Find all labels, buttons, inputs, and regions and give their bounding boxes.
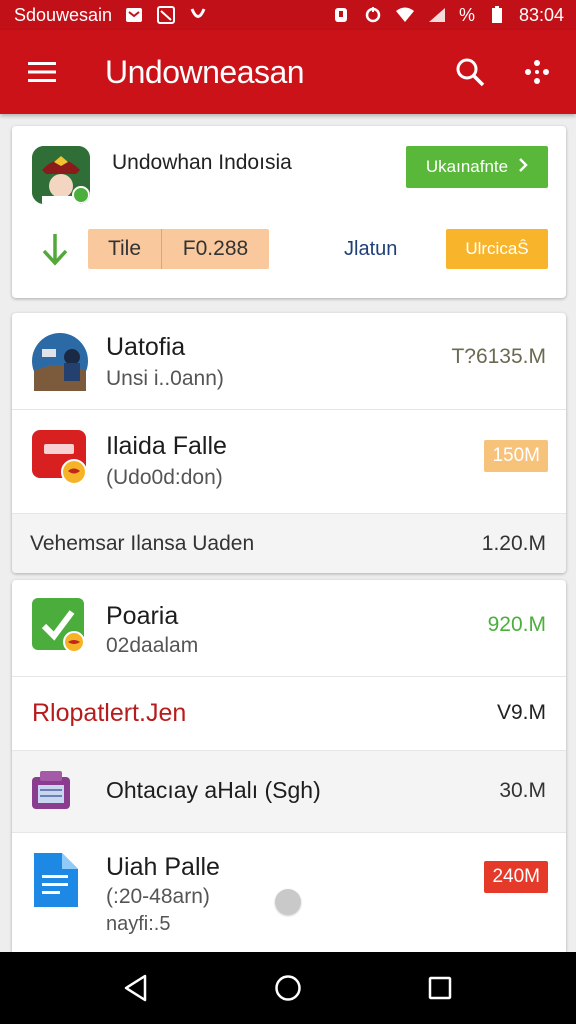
- signal-icon: [427, 6, 447, 24]
- carrier-label: Sdouwesain: [14, 4, 113, 25]
- recents-icon[interactable]: [420, 968, 460, 1008]
- system-nav-bar: [0, 952, 576, 1024]
- back-icon[interactable]: [116, 968, 156, 1008]
- app-bar: Undowneasan: [0, 30, 576, 114]
- menu-icon[interactable]: [24, 54, 60, 90]
- item-note: nayfi:.5: [106, 913, 171, 935]
- check-badge-icon: [72, 186, 90, 204]
- search-icon[interactable]: [452, 54, 488, 90]
- clock: 83:04: [518, 4, 564, 25]
- battery-percent: %: [458, 4, 475, 25]
- mail-app-icon: [32, 430, 88, 486]
- item-title: Uatofia: [106, 333, 186, 361]
- wifi-icon: [395, 6, 415, 24]
- app-avatar: [32, 146, 90, 204]
- app-title: Undowneasan: [105, 53, 305, 90]
- item-subtitle: (:20-48arn): [106, 885, 210, 908]
- download-arrow-icon[interactable]: [40, 232, 70, 266]
- item-subtitle: 02daalam: [106, 634, 199, 657]
- shield-notification-icon: [188, 6, 208, 24]
- summary-title: Vehemsar Ilansa Uaden: [30, 532, 255, 555]
- item-title: Rlopatlert.Jen: [32, 699, 187, 727]
- item-size: 30.M: [499, 779, 546, 802]
- summary-size: 1.20.M: [481, 532, 546, 555]
- apps-card-1: Uatofia Unsi i..0ann) T?6135.M Ilaida Fa…: [12, 313, 566, 573]
- image-notification-icon: [156, 6, 176, 24]
- size-tag: 240M: [484, 861, 548, 893]
- summary-row[interactable]: Vehemsar Ilansa Uaden 1.20.M: [12, 513, 566, 573]
- item-size: 920.M: [487, 613, 546, 636]
- list-item[interactable]: Uatofia Unsi i..0ann) T?6135.M: [12, 313, 566, 409]
- pill-value: F0.288: [182, 237, 249, 260]
- list-item[interactable]: Poaria 02daalam 920.M: [12, 580, 566, 676]
- battery-icon: [487, 6, 507, 24]
- item-title: Ohtacıay aHalı (Sgh): [106, 777, 321, 803]
- notification-icon: [124, 6, 144, 24]
- photo-app-icon: [32, 331, 88, 391]
- item-title: Ilaida Falle: [106, 432, 227, 460]
- pill-label: Tile: [88, 229, 162, 269]
- scroll-indicator[interactable]: [275, 889, 301, 915]
- list-item[interactable]: Ohtacıay aHalı (Sgh) 30.M: [12, 750, 566, 832]
- home-icon[interactable]: [268, 968, 308, 1008]
- item-title: Uiah Palle: [106, 853, 220, 881]
- list-item[interactable]: Rlopatlert.Jen V9.M: [12, 676, 566, 750]
- info-pill: Tile F0.288: [88, 229, 269, 269]
- secondary-action-button[interactable]: UlrcicaŜ: [446, 229, 548, 269]
- check-app-icon: [32, 598, 88, 654]
- document-app-icon: [32, 851, 80, 909]
- list-item[interactable]: Ilaida Falle (Udo0d:don) 150M: [12, 409, 566, 513]
- sync-icon: [363, 6, 383, 24]
- primary-action-button[interactable]: Ukaınafnte: [406, 146, 548, 188]
- hero-card: Undowhan Indoısia Ukaınafnte Tile F0.288…: [12, 126, 566, 298]
- item-title: Poaria: [106, 602, 179, 630]
- hero-title: Undowhan Indoısia: [112, 151, 292, 174]
- item-subtitle: Unsi i..0ann): [106, 367, 224, 390]
- more-icon[interactable]: [522, 54, 552, 90]
- calendar-app-icon: [32, 771, 70, 811]
- item-size: V9.M: [496, 701, 546, 724]
- item-size: T?6135.M: [451, 345, 546, 368]
- primary-action-label: Ukaınafnte: [425, 157, 509, 176]
- size-tag: 150M: [484, 440, 548, 472]
- item-subtitle: (Udo0d:don): [106, 466, 223, 489]
- chevron-right-icon: [518, 157, 528, 178]
- hero-link[interactable]: Jlatun: [344, 238, 397, 261]
- status-bar: Sdouwesain % 83:04: [0, 0, 576, 30]
- alarm-icon: [331, 6, 351, 24]
